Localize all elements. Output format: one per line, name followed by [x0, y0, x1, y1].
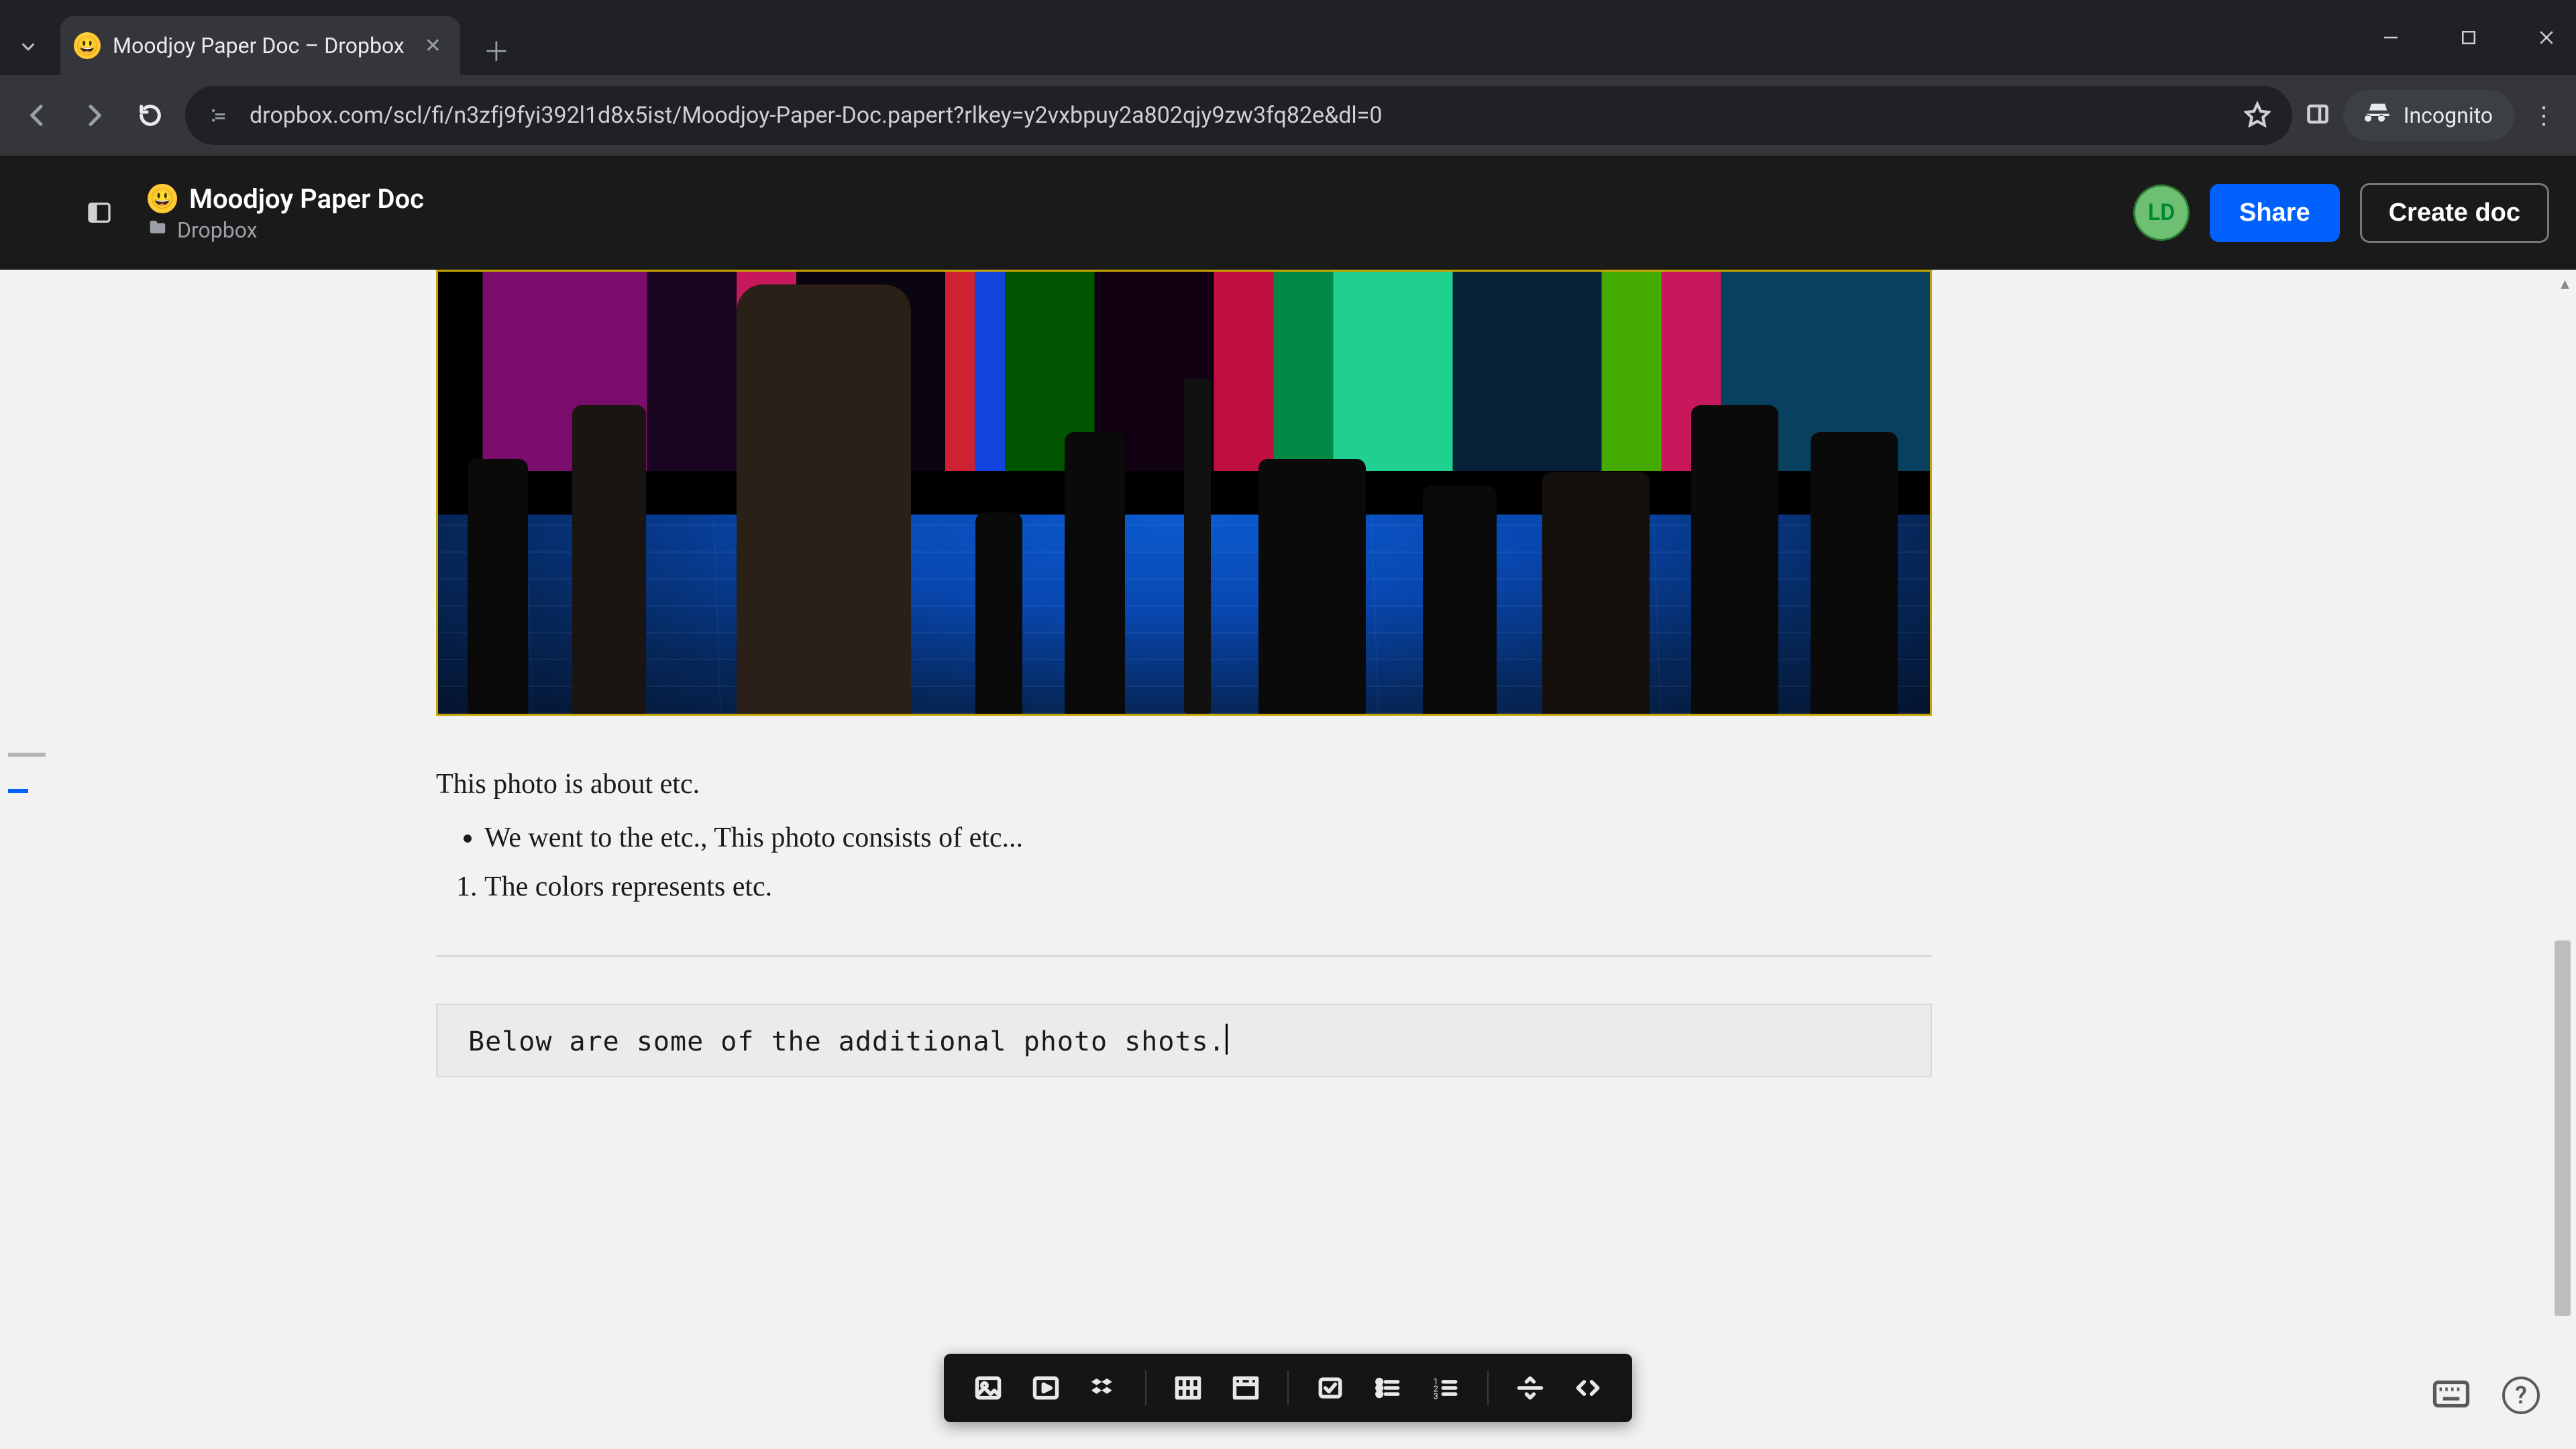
- outline-marker[interactable]: [8, 753, 46, 757]
- scroll-up-arrow-icon[interactable]: ▴: [2561, 274, 2569, 294]
- insert-toolbar: 123: [944, 1354, 1632, 1422]
- tab-strip: 😃 Moodjoy Paper Doc – Dropbox ✕ ＋: [0, 0, 517, 75]
- new-tab-button[interactable]: ＋: [476, 30, 517, 70]
- insert-checklist-button[interactable]: [1305, 1366, 1356, 1410]
- numbered-list[interactable]: The colors represents etc.: [436, 866, 1932, 908]
- bookmark-star-icon[interactable]: [2244, 101, 2271, 130]
- doc-emoji-icon: 😃: [148, 184, 177, 213]
- bottom-right-tools: ?: [2432, 1377, 2540, 1414]
- insert-timeline-button[interactable]: [1220, 1366, 1271, 1410]
- document-column: This photo is about etc. We went to the …: [436, 270, 1932, 1077]
- address-bar[interactable]: dropbox.com/scl/fi/n3zfj9fyi392l1d8x5ist…: [185, 86, 2292, 145]
- tab-favicon: 😃: [74, 32, 101, 59]
- browser-toolbar: dropbox.com/scl/fi/n3zfj9fyi392l1d8x5ist…: [0, 75, 2576, 156]
- code-text: Below are some of the additional photo s…: [468, 1026, 1226, 1057]
- code-block[interactable]: Below are some of the additional photo s…: [436, 1004, 1932, 1077]
- outline-marker-active[interactable]: [8, 789, 28, 793]
- address-url: dropbox.com/scl/fi/n3zfj9fyi392l1d8x5ist…: [250, 102, 1382, 129]
- window-minimize-button[interactable]: [2371, 17, 2411, 58]
- insert-dropbox-button[interactable]: [1078, 1366, 1129, 1410]
- insert-numbered-list-button[interactable]: 123: [1420, 1366, 1471, 1410]
- window-close-button[interactable]: [2526, 17, 2567, 58]
- list-item[interactable]: The colors represents etc.: [484, 866, 1932, 908]
- folder-icon: [148, 217, 168, 243]
- scrollbar-thumb[interactable]: [2555, 941, 2571, 1316]
- insert-code-button[interactable]: [1562, 1366, 1613, 1410]
- create-doc-button[interactable]: Create doc: [2360, 183, 2549, 243]
- browser-titlebar: 😃 Moodjoy Paper Doc – Dropbox ✕ ＋: [0, 0, 2576, 75]
- insert-table-button[interactable]: [1163, 1366, 1214, 1410]
- help-icon[interactable]: ?: [2502, 1377, 2540, 1414]
- document-title[interactable]: Moodjoy Paper Doc: [189, 183, 424, 215]
- svg-text:3: 3: [1434, 1392, 1438, 1402]
- insert-video-button[interactable]: [1020, 1366, 1071, 1410]
- embedded-image[interactable]: [436, 270, 1932, 716]
- tab-close-icon[interactable]: ✕: [425, 34, 441, 58]
- text-caret: [1226, 1024, 1228, 1055]
- toolbar-separator: [1487, 1371, 1489, 1405]
- paper-app-header: 😃 Moodjoy Paper Doc Dropbox LD Share Cre…: [0, 156, 2576, 270]
- browser-menu-button[interactable]: ⋮: [2528, 99, 2560, 131]
- insert-divider-button[interactable]: [1505, 1366, 1556, 1410]
- sidebar-toggle-button[interactable]: [80, 194, 118, 231]
- insert-image-button[interactable]: [963, 1366, 1014, 1410]
- outline-rail: [8, 753, 46, 793]
- incognito-icon: [2365, 99, 2392, 131]
- window-controls: [2371, 11, 2576, 64]
- nav-forward-button[interactable]: [72, 94, 115, 137]
- breadcrumb[interactable]: Dropbox: [148, 217, 424, 243]
- browser-tab-active[interactable]: 😃 Moodjoy Paper Doc – Dropbox ✕: [60, 16, 460, 75]
- document-canvas[interactable]: This photo is about etc. We went to the …: [0, 270, 2576, 1449]
- horizontal-rule: [436, 955, 1932, 957]
- user-avatar[interactable]: LD: [2133, 184, 2190, 241]
- keyboard-shortcuts-icon[interactable]: [2432, 1379, 2470, 1411]
- document-meta: 😃 Moodjoy Paper Doc Dropbox: [148, 183, 424, 243]
- side-panel-icon[interactable]: [2306, 102, 2330, 129]
- tab-title: Moodjoy Paper Doc – Dropbox: [113, 33, 405, 58]
- nav-reload-button[interactable]: [129, 94, 172, 137]
- list-item[interactable]: We went to the etc., This photo consists…: [484, 817, 1932, 859]
- share-button[interactable]: Share: [2210, 184, 2340, 242]
- nav-back-button[interactable]: [16, 94, 59, 137]
- toolbar-separator: [1145, 1371, 1146, 1405]
- site-info-icon[interactable]: [207, 102, 233, 129]
- incognito-label: Incognito: [2404, 103, 2493, 128]
- tab-search-dropdown[interactable]: [9, 28, 47, 66]
- bulleted-list[interactable]: We went to the etc., This photo consists…: [436, 817, 1932, 859]
- incognito-indicator[interactable]: Incognito: [2343, 90, 2514, 141]
- paragraph-caption[interactable]: This photo is about etc.: [436, 764, 1932, 805]
- window-maximize-button[interactable]: [2449, 17, 2489, 58]
- breadcrumb-label: Dropbox: [177, 217, 258, 243]
- toolbar-separator: [1287, 1371, 1289, 1405]
- insert-bulleted-list-button[interactable]: [1362, 1366, 1413, 1410]
- vertical-scrollbar[interactable]: ▴: [2555, 270, 2573, 1449]
